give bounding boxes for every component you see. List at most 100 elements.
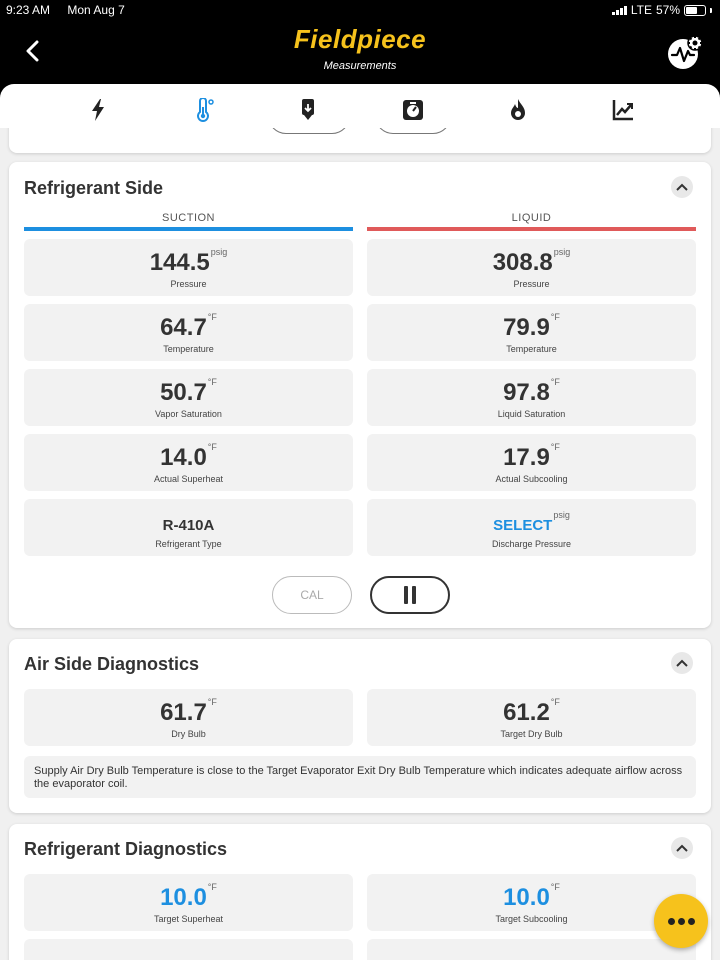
chevron-up-icon (676, 183, 688, 191)
tile-value: 61.2 (503, 699, 550, 726)
collapse-button[interactable] (671, 837, 693, 859)
chevron-up-icon (676, 844, 688, 852)
tile-unit: psig (553, 247, 571, 257)
refrigerant-diagnostics-card: Refrigerant Diagnostics 10.0°F Target Su… (9, 824, 711, 960)
collapse-button[interactable] (671, 176, 693, 198)
target-subcooling-tile[interactable]: 10.0°F Target Subcooling (367, 874, 696, 931)
tab-charge[interactable] (255, 88, 360, 132)
tile-label: Pressure (170, 279, 207, 289)
tile-value: 79.9 (503, 314, 550, 341)
tile-unit: °F (207, 442, 217, 452)
air-side-diagnostics-card: Air Side Diagnostics 61.7°F Dry Bulb 61.… (9, 639, 711, 813)
tile-label: Temperature (506, 344, 557, 354)
liquid-label: LIQUID (511, 212, 552, 224)
device-settings-button[interactable] (666, 34, 704, 72)
card-title-air-side: Air Side Diagnostics (24, 654, 200, 674)
vapor-saturation-tile[interactable]: 50.7°F Vapor Saturation (24, 369, 353, 426)
tile-label: Vapor Saturation (155, 409, 222, 419)
gauge-icon (402, 100, 423, 120)
tab-graph[interactable] (570, 88, 675, 132)
tile-label: Liquid Saturation (497, 409, 566, 419)
liquid-pressure-tile[interactable]: 308.8psig Pressure (367, 239, 696, 296)
pause-button[interactable] (370, 576, 450, 614)
collapse-button[interactable] (671, 652, 693, 674)
tile-value: 14.0 (160, 444, 207, 471)
tab-gauge[interactable] (360, 88, 465, 132)
tile-unit: °F (207, 882, 217, 892)
charge-cylinder-icon (301, 99, 314, 120)
tile-unit: psig (210, 247, 228, 257)
actual-superheat-tile[interactable]: 14.0°F Actual Superheat (24, 434, 353, 491)
tile-value: 97.8 (503, 379, 550, 406)
discharge-pressure-tile[interactable]: SELECTpsig Discharge Pressure (367, 499, 696, 556)
tile-label: Temperature (163, 344, 214, 354)
tile-unit: °F (207, 377, 217, 387)
cal-button-label: CAL (300, 588, 324, 602)
tile-value: 50.7 (160, 379, 207, 406)
partial-tile (367, 939, 696, 960)
tile-label: Dry Bulb (171, 729, 206, 739)
target-dry-bulb-tile[interactable]: 61.2°F Target Dry Bulb (367, 689, 696, 746)
dry-bulb-tile[interactable]: 61.7°F Dry Bulb (24, 689, 353, 746)
target-superheat-tile[interactable]: 10.0°F Target Superheat (24, 874, 353, 931)
liquid-saturation-tile[interactable]: 97.8°F Liquid Saturation (367, 369, 696, 426)
tile-unit: °F (550, 697, 560, 707)
card-title-refrigerant-diagnostics: Refrigerant Diagnostics (24, 839, 228, 859)
tile-unit: °F (550, 882, 560, 892)
actual-subcooling-tile[interactable]: 17.9°F Actual Subcooling (367, 434, 696, 491)
previous-card-button-right[interactable] (375, 128, 451, 134)
tile-unit: °F (207, 312, 217, 322)
tile-label: Discharge Pressure (491, 539, 572, 549)
tab-temperature[interactable] (150, 88, 255, 132)
tile-label: Target Subcooling (495, 914, 568, 924)
app-logo: Fieldpiece (293, 24, 427, 54)
tile-value: 144.5 (149, 249, 210, 276)
pulse-gear-icon (668, 35, 703, 69)
refrigerant-type-tile[interactable]: R-410A Refrigerant Type (24, 499, 353, 556)
tile-label: Pressure (513, 279, 550, 289)
tab-combustion[interactable] (465, 88, 570, 132)
flame-icon (510, 99, 525, 120)
thermometer-icon (196, 98, 214, 122)
battery-percent: 57% (655, 3, 680, 17)
tile-unit: °F (550, 442, 560, 452)
chart-line-icon (612, 100, 633, 121)
tile-value: 10.0 (160, 884, 207, 911)
more-actions-button[interactable] (654, 894, 708, 948)
suction-label: SUCTION (162, 212, 215, 224)
suction-temperature-tile[interactable]: 64.7°F Temperature (24, 304, 353, 361)
page-title: Measurements (323, 60, 397, 72)
tile-value: 10.0 (503, 884, 550, 911)
tile-label: Actual Subcooling (495, 474, 568, 484)
partial-tile (24, 939, 353, 960)
tile-unit: °F (550, 312, 560, 322)
tile-value: 308.8 (492, 249, 553, 276)
select-link[interactable]: SELECT (493, 517, 552, 534)
tile-unit: psig (553, 510, 570, 520)
previous-card (9, 128, 711, 153)
tab-electrical[interactable] (45, 88, 150, 132)
measurement-content[interactable]: Refrigerant Side SUCTION LIQUID 144.5psi… (0, 128, 720, 960)
previous-card-button-left[interactable] (268, 128, 350, 134)
tile-unit: °F (207, 697, 217, 707)
tile-value: 64.7 (160, 314, 207, 341)
cal-button[interactable]: CAL (272, 576, 352, 614)
tile-label: Target Superheat (153, 914, 224, 924)
chevron-up-icon (676, 659, 688, 667)
status-time: 9:23 AM (6, 3, 51, 17)
pause-icon (404, 586, 416, 604)
liquid-bar (367, 227, 696, 231)
network-label: LTE (630, 3, 652, 17)
card-title-refrigerant-side: Refrigerant Side (24, 178, 164, 198)
status-bar: 9:23 AM Mon Aug 7 LTE 57% (0, 0, 720, 20)
tile-value: R-410A (162, 517, 215, 534)
lightning-icon (91, 99, 104, 121)
app-header: Fieldpiece Measurements (0, 20, 720, 84)
liquid-temperature-tile[interactable]: 79.9°F Temperature (367, 304, 696, 361)
tile-label: Target Dry Bulb (500, 729, 563, 739)
suction-pressure-tile[interactable]: 144.5psig Pressure (24, 239, 353, 296)
tile-label: Refrigerant Type (155, 539, 222, 549)
refrigerant-side-card: Refrigerant Side SUCTION LIQUID 144.5psi… (9, 162, 711, 628)
tile-unit: °F (550, 377, 560, 387)
suction-bar (24, 227, 353, 231)
